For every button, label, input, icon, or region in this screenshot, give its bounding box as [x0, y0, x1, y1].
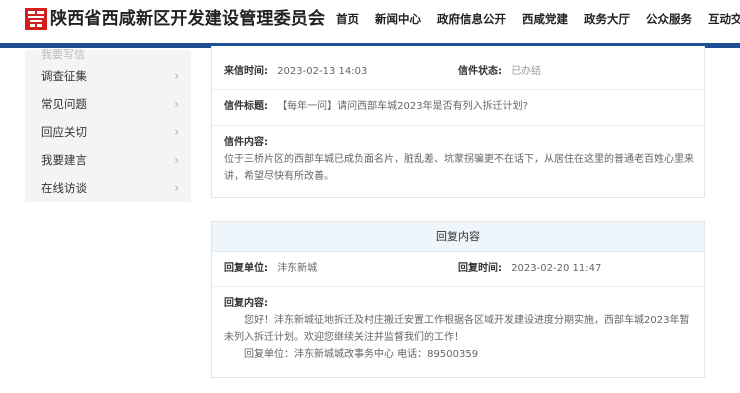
sidebar-item-label: 常见问题 [41, 97, 87, 111]
reply-card: 回复内容 回复单位: 沣东新城 回复时间: 2023-02-20 11:47 回… [211, 221, 705, 378]
reply-content-text: 您好！沣东新城征地拆迁及村庄搬迁安置工作根据各区域开发建设进度分期实施，西部车城… [224, 315, 690, 343]
sidebar-item-faq[interactable]: 常见问题 › [25, 90, 191, 118]
letter-subject-label: 信件标题: [224, 101, 268, 112]
sidebar-item-partial: 我要写信 [25, 48, 191, 62]
letter-content-text: 位于三桥片区的西部车城已成负面名片，脏乱差、坑蒙拐骗更不在话下，从居住在这里的普… [224, 154, 694, 182]
reply-heading: 回复内容 [212, 222, 704, 252]
nav-home[interactable]: 首页 [336, 6, 359, 32]
reply-unit-value: 沣东新城 [277, 263, 318, 274]
sidebar-item-label: 我要建言 [41, 153, 87, 167]
sidebar-item-partial-label: 我要写信 [41, 48, 85, 61]
chevron-right-icon: › [174, 153, 179, 167]
nav-gov-info[interactable]: 政府信息公开 [437, 6, 506, 32]
reply-time: 回复时间: 2023-02-20 11:47 [458, 262, 601, 276]
nav-service-hall[interactable]: 政务大厅 [584, 6, 630, 32]
letter-time-value: 2023-02-13 14:03 [277, 66, 368, 77]
divider [212, 125, 704, 126]
letter-subject: 信件标题: 【每年一问】请问西部车城2023年是否有列入拆迁计划? [224, 100, 528, 114]
reply-time-value: 2023-02-20 11:47 [511, 263, 602, 274]
divider [212, 286, 704, 287]
letter-time: 来信时间: 2023-02-13 14:03 [224, 65, 367, 79]
letter-time-label: 来信时间: [224, 66, 268, 77]
chevron-right-icon: › [174, 69, 179, 83]
sidebar-item-label: 回应关切 [41, 125, 87, 139]
sidebar-item-interview[interactable]: 在线访谈 › [25, 174, 191, 202]
chevron-right-icon: › [174, 97, 179, 111]
red-seal-logo-icon[interactable] [25, 8, 47, 30]
chevron-right-icon: › [174, 125, 179, 139]
letter-status-label: 信件状态: [458, 66, 502, 77]
sidebar-item-label: 在线访谈 [41, 181, 87, 195]
nav-interaction[interactable]: 互动交流 [708, 6, 740, 32]
reply-content-label: 回复内容: [224, 298, 268, 309]
letter-card: 来信时间: 2023-02-13 14:03 信件状态: 已办结 信件标题: 【… [211, 46, 705, 198]
reply-unit: 回复单位: 沣东新城 [224, 262, 317, 276]
sidebar: 我要写信 调查征集 › 常见问题 › 回应关切 › 我要建言 › 在线访谈 › [25, 48, 191, 202]
sidebar-item-response[interactable]: 回应关切 › [25, 118, 191, 146]
sidebar-item-label: 调查征集 [41, 69, 87, 83]
site-title[interactable]: 陕西省西咸新区开发建设管理委员会 [50, 6, 325, 32]
site-header: 陕西省西咸新区开发建设管理委员会 首页 新闻中心 政府信息公开 西咸党建 政务大… [0, 0, 740, 48]
main-nav: 首页 新闻中心 政府信息公开 西咸党建 政务大厅 公众服务 互动交流 [336, 6, 740, 32]
reply-time-label: 回复时间: [458, 263, 502, 274]
letter-subject-value: 【每年一问】请问西部车城2023年是否有列入拆迁计划? [277, 101, 528, 112]
letter-status: 信件状态: 已办结 [458, 65, 541, 79]
letter-content-label: 信件内容: [224, 137, 268, 148]
chevron-right-icon: › [174, 181, 179, 195]
sidebar-item-suggest[interactable]: 我要建言 › [25, 146, 191, 174]
sidebar-item-survey[interactable]: 调查征集 › [25, 62, 191, 90]
nav-public-service[interactable]: 公众服务 [646, 6, 692, 32]
reply-signature: 回复单位：沣东新城城改事务中心 电话：89500359 [244, 349, 479, 360]
divider [212, 89, 704, 90]
nav-party[interactable]: 西咸党建 [522, 6, 568, 32]
letter-status-value: 已办结 [511, 66, 542, 77]
nav-news[interactable]: 新闻中心 [375, 6, 421, 32]
reply-unit-label: 回复单位: [224, 263, 268, 274]
